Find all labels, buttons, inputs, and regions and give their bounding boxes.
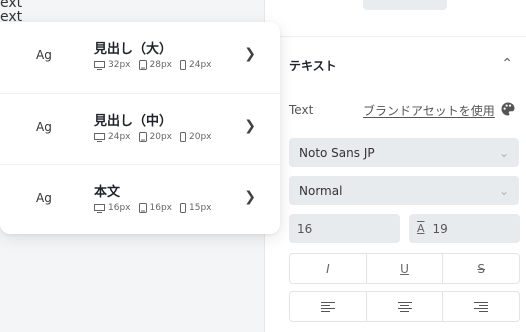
desktop-icon — [94, 60, 105, 70]
chevron-right-icon: ❯ — [244, 189, 256, 205]
section-title: テキスト — [289, 59, 337, 73]
align-right-icon — [474, 301, 489, 312]
font-family-select[interactable]: Noto Sans JP ⌄ — [289, 138, 519, 167]
text-style-item[interactable]: Ag 見出し（大） 32px 28px 24px ❯ — [0, 22, 280, 92]
align-center-button[interactable] — [367, 292, 444, 321]
line-height-value: 19 — [432, 221, 448, 236]
style-name: 見出し（大） — [94, 42, 173, 57]
desktop-size: 24px — [108, 132, 131, 142]
italic-label: I — [326, 261, 330, 276]
brand-asset-link[interactable]: ブランドアセットを使用 — [363, 102, 495, 119]
tablet-size: 20px — [149, 132, 173, 142]
mobile-icon — [180, 132, 186, 142]
tablet-size: 16px — [149, 203, 173, 213]
style-preview: Ag — [36, 48, 52, 62]
properties-panel: テキスト ⌃ Text ブランドアセットを使用 Noto Sans JP ⌄ N… — [264, 0, 526, 332]
align-left-icon — [320, 301, 335, 312]
tablet-icon — [138, 60, 147, 70]
mobile-icon — [180, 60, 186, 70]
mobile-size: 15px — [189, 203, 212, 213]
chevron-down-icon: ⌄ — [498, 145, 509, 160]
top-control-stub[interactable] — [363, 0, 447, 10]
style-name: 本文 — [94, 185, 121, 200]
font-family-value: Noto Sans JP — [299, 145, 375, 160]
collapse-chevron-up-icon[interactable]: ⌃ — [501, 55, 513, 73]
line-height-icon: A — [417, 222, 425, 235]
align-center-icon — [397, 301, 412, 312]
underline-button[interactable]: U — [367, 254, 444, 283]
background-overflow-text: ext ext — [0, 0, 22, 24]
tablet-icon — [138, 132, 147, 142]
strikethrough-button[interactable]: S — [443, 254, 519, 283]
desktop-icon — [94, 132, 105, 142]
align-left-button[interactable] — [290, 292, 367, 321]
desktop-size: 32px — [108, 60, 131, 70]
desktop-size: 16px — [108, 203, 131, 213]
font-size-input[interactable]: 16 — [289, 214, 400, 243]
tablet-size: 28px — [149, 60, 173, 70]
text-style-item[interactable]: Ag 見出し（中） 24px 20px 20px ❯ — [0, 93, 280, 164]
chevron-right-icon: ❯ — [244, 46, 256, 62]
text-label: Text — [289, 103, 314, 117]
strikethrough-label: S — [477, 261, 485, 276]
style-preview: Ag — [36, 191, 52, 205]
text-decoration-group: I U S — [289, 253, 520, 284]
mobile-icon — [180, 203, 186, 213]
text-align-group — [289, 291, 520, 322]
style-sizes: 32px 28px 24px — [94, 60, 220, 70]
text-style-item[interactable]: Ag 本文 16px 16px 15px ❯ — [0, 164, 280, 235]
italic-button[interactable]: I — [290, 254, 367, 283]
font-weight-value: Normal — [299, 183, 343, 198]
line-height-input[interactable]: A 19 — [409, 214, 520, 243]
tablet-icon — [138, 203, 147, 213]
section-divider — [265, 36, 526, 37]
chevron-down-icon: ⌄ — [498, 183, 509, 198]
style-preview: Ag — [36, 120, 52, 134]
style-sizes: 16px 16px 15px — [94, 203, 220, 213]
chevron-right-icon: ❯ — [244, 118, 256, 134]
text-style-dropdown: Ag 見出し（大） 32px 28px 24px ❯ Ag 見出し（中） 24p… — [0, 22, 280, 234]
font-size-value: 16 — [297, 221, 313, 236]
align-right-button[interactable] — [443, 292, 519, 321]
desktop-icon — [94, 203, 105, 213]
underline-label: U — [400, 261, 409, 276]
mobile-size: 20px — [189, 132, 212, 142]
mobile-size: 24px — [189, 60, 212, 70]
font-weight-select[interactable]: Normal ⌄ — [289, 176, 519, 205]
style-sizes: 24px 20px 20px — [94, 132, 220, 142]
palette-icon[interactable] — [500, 101, 516, 117]
style-name: 見出し（中） — [94, 114, 173, 129]
